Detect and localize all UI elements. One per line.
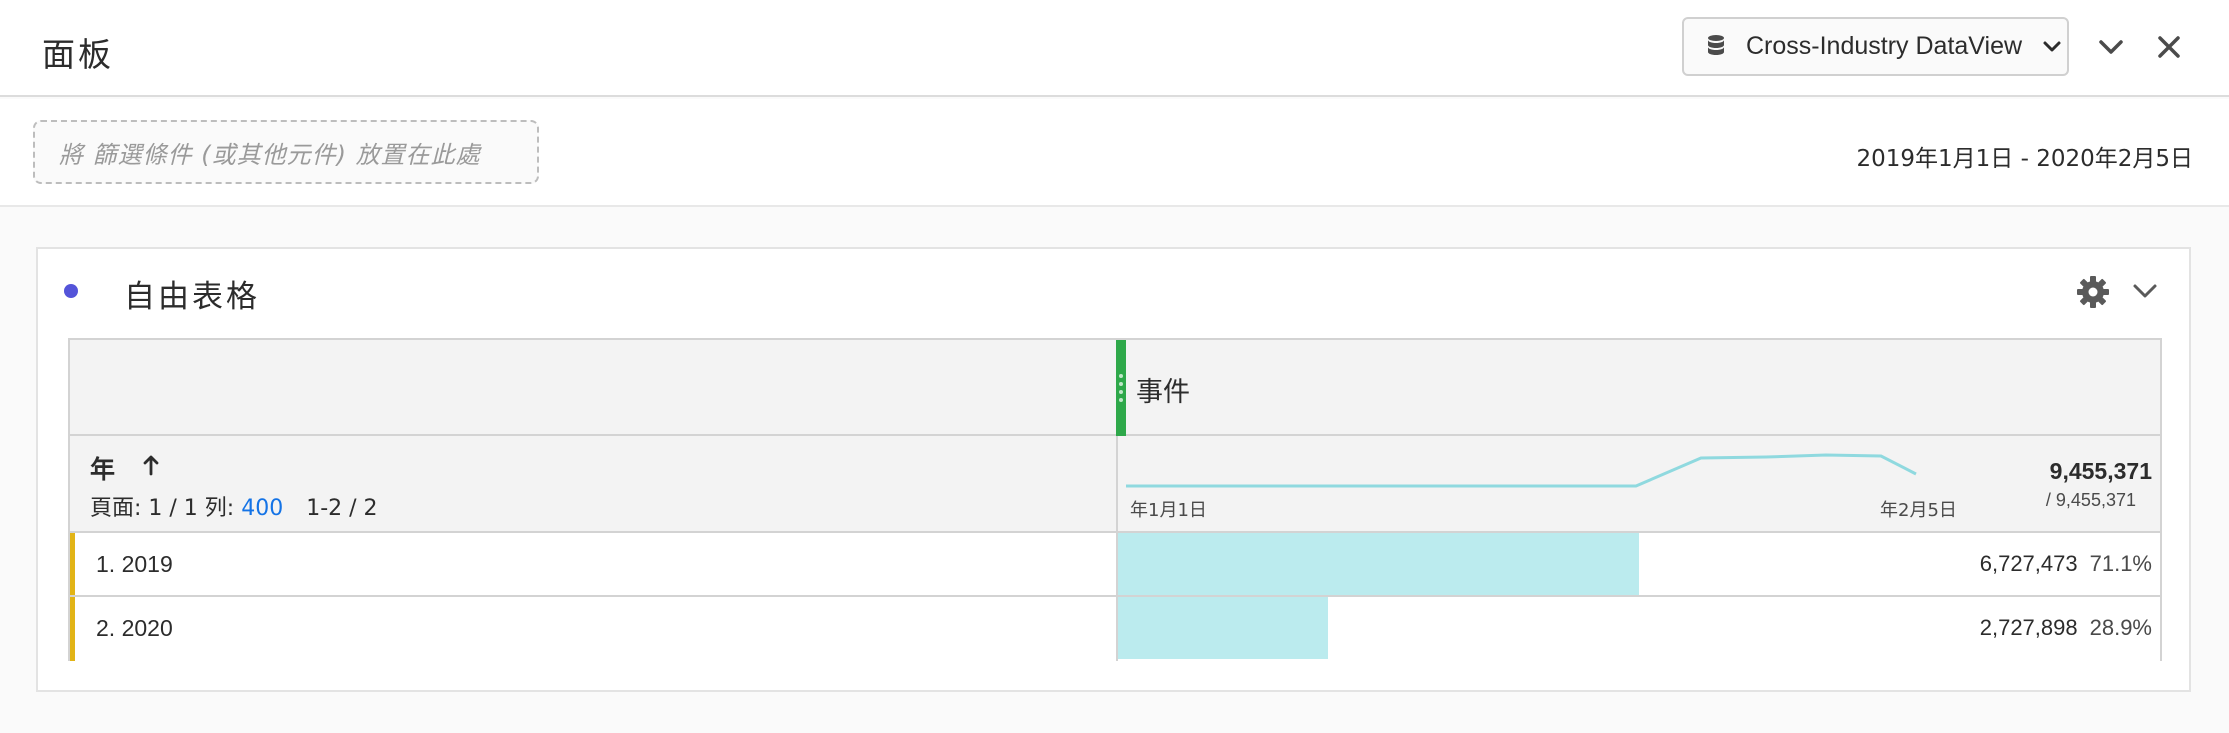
chevron-down-icon xyxy=(2099,40,2123,54)
visualization-title[interactable]: 自由表格 xyxy=(124,271,260,316)
pagination-info: 頁面: 1 / 1 列: 400 1-2 / 2 xyxy=(90,490,378,522)
visualization-color-dot xyxy=(64,284,78,298)
metric-total: 9,455,371 xyxy=(2049,458,2152,484)
row-label: 1. 2019 xyxy=(96,551,173,577)
freeform-table-panel: 自由表格 事件 年 頁面: 1 / 1 列: 400 1-2 / 2 年1月1日… xyxy=(36,247,2191,692)
dataview-label: Cross-Industry DataView xyxy=(1746,32,2023,60)
dimension-header[interactable]: 年 xyxy=(90,450,115,486)
page-label: 頁面: 1 / 1 列: xyxy=(90,496,235,521)
row-value: 2,727,898 28.9% xyxy=(1980,615,2152,641)
filter-drop-zone[interactable]: 將 篩選條件 (或其他元件) 放置在此處 xyxy=(33,120,539,184)
trend-sparkline xyxy=(1126,453,1917,488)
row-count: 6,727,473 xyxy=(1979,551,2078,576)
metric-grand-total: / 9,455,371 xyxy=(2045,490,2136,510)
sparkline-start-label: 年1月1日 xyxy=(1130,500,1207,521)
row-range: 1-2 / 2 xyxy=(306,496,378,521)
row-percent: 28.9% xyxy=(2089,615,2152,640)
table-row[interactable]: 2. 2020 2,727,898 28.9% xyxy=(70,597,2160,661)
page-title: 面板 xyxy=(42,35,114,74)
close-panel-button[interactable] xyxy=(2152,30,2186,64)
chevron-down-icon[interactable] xyxy=(2132,282,2158,300)
metric-column-header[interactable]: 事件 xyxy=(1136,370,1190,409)
sparkline-end-label: 年2月5日 xyxy=(1880,500,1957,521)
rows-per-page-link[interactable]: 400 xyxy=(241,496,283,521)
panel-header: 面板 Cross-Industry DataView xyxy=(0,0,2229,97)
date-range[interactable]: 2019年1月1日 - 2020年2月5日 xyxy=(1856,139,2193,173)
gear-icon[interactable] xyxy=(2076,275,2110,309)
database-icon xyxy=(1708,34,1724,55)
row-marker xyxy=(70,597,75,661)
row-percent: 71.1% xyxy=(2089,551,2152,576)
column-divider xyxy=(1116,436,1118,661)
freeform-table: 事件 年 頁面: 1 / 1 列: 400 1-2 / 2 年1月1日 年2月5… xyxy=(68,338,2162,661)
sort-ascending-icon[interactable] xyxy=(142,454,160,476)
chevron-down-icon xyxy=(2043,41,2061,51)
value-bar xyxy=(1116,597,1328,659)
analysis-workspace: 面板 Cross-Industry DataView 將 篩選條件 (或其他元件… xyxy=(0,0,2229,733)
collapse-panel-button[interactable] xyxy=(2094,30,2128,64)
drop-zone-placeholder: 將 篩選條件 (或其他元件) 放置在此處 xyxy=(59,140,481,169)
row-marker xyxy=(70,533,75,595)
table-row[interactable]: 1. 2019 6,727,473 71.1% xyxy=(70,533,2160,597)
metric-drag-handle[interactable] xyxy=(1116,340,1126,436)
row-value: 6,727,473 71.1% xyxy=(1980,551,2152,577)
close-icon xyxy=(2158,36,2180,58)
row-label: 2. 2020 xyxy=(96,615,173,641)
filter-bar: 將 篩選條件 (或其他元件) 放置在此處 2019年1月1日 - 2020年2月… xyxy=(0,99,2229,207)
row-count: 2,727,898 xyxy=(1979,615,2078,640)
table-header-row: 事件 xyxy=(70,340,2160,436)
table-subheader-row: 年 頁面: 1 / 1 列: 400 1-2 / 2 年1月1日 年2月5日 9… xyxy=(70,436,2160,533)
value-bar xyxy=(1116,533,1639,595)
dataview-selector[interactable]: Cross-Industry DataView xyxy=(1682,17,2069,76)
